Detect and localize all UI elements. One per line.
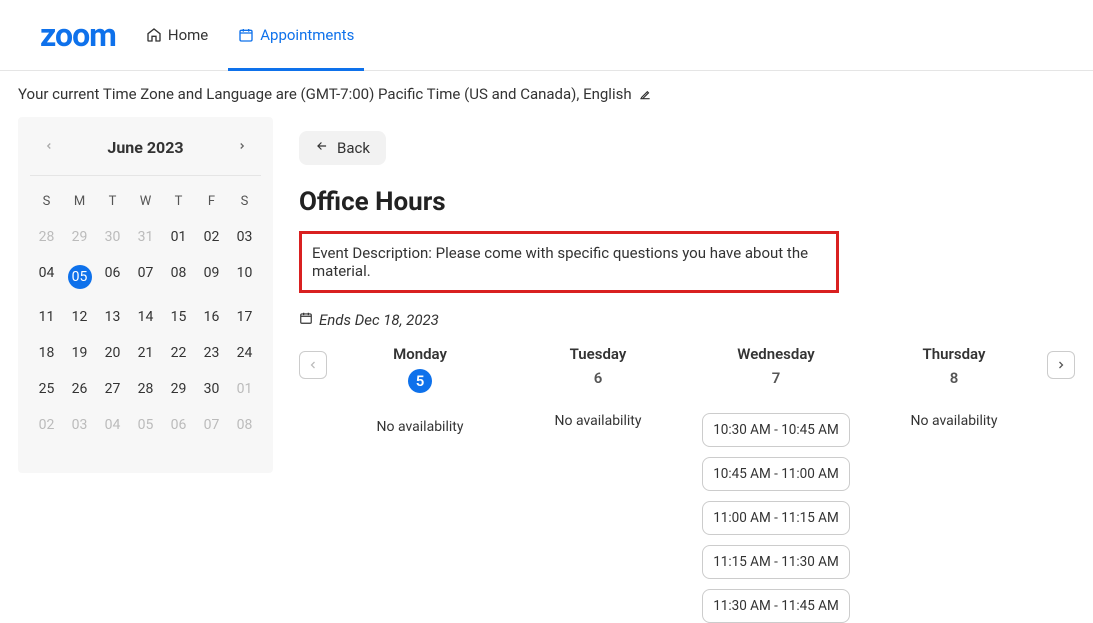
calendar-day[interactable]: 01 (162, 219, 195, 255)
calendar-day[interactable]: 16 (195, 299, 228, 335)
zoom-logo: zoom (40, 16, 116, 54)
calendar-day[interactable]: 20 (96, 335, 129, 371)
calendar-day[interactable]: 06 (162, 407, 195, 443)
calendar-day[interactable]: 07 (129, 255, 162, 299)
calendar-day[interactable]: 05 (63, 255, 96, 299)
calendar-prev-month[interactable] (40, 135, 58, 159)
slot-area: No availability (865, 413, 1043, 429)
calendar-day[interactable]: 19 (63, 335, 96, 371)
calendar-day[interactable]: 23 (195, 335, 228, 371)
timezone-bar: Your current Time Zone and Language are … (0, 71, 1093, 117)
time-slot-button[interactable]: 11:00 AM - 11:15 AM (702, 501, 850, 535)
calendar-dow: F (195, 186, 228, 219)
time-slot-button[interactable]: 11:15 AM - 11:30 AM (702, 545, 850, 579)
week-day-name: Thursday (923, 345, 986, 363)
calendar-day[interactable]: 25 (30, 371, 63, 407)
calendar-day[interactable]: 31 (129, 219, 162, 255)
calendar-day[interactable]: 12 (63, 299, 96, 335)
calendar-day[interactable]: 29 (63, 219, 96, 255)
week-day-column: Monday 5 No availability (331, 345, 509, 623)
calendar-dow: T (96, 186, 129, 219)
calendar-day[interactable]: 05 (129, 407, 162, 443)
week-day-column: Wednesday 7 10:30 AM - 10:45 AM 10:45 AM - … (687, 345, 865, 623)
nav-appointments[interactable]: Appointments (238, 12, 354, 58)
calendar-day[interactable]: 03 (63, 407, 96, 443)
nav-home-label: Home (168, 26, 208, 44)
calendar-day[interactable]: 17 (228, 299, 261, 335)
calendar-day[interactable]: 29 (162, 371, 195, 407)
home-icon (146, 27, 162, 43)
calendar-day[interactable]: 18 (30, 335, 63, 371)
calendar-day[interactable]: 08 (162, 255, 195, 299)
calendar-day[interactable]: 02 (30, 407, 63, 443)
page-title: Office Hours (299, 187, 1075, 217)
calendar-month-title: June 2023 (107, 138, 183, 157)
ends-text: Ends Dec 18, 2023 (319, 311, 439, 329)
back-button[interactable]: Back (299, 131, 386, 165)
calendar-widget: June 2023 SMTWTFS28293031010203040506070… (18, 117, 273, 473)
week-day-column: Tuesday 6 No availability (509, 345, 687, 623)
calendar-day[interactable]: 24 (228, 335, 261, 371)
week-day-name: Tuesday (570, 345, 627, 363)
calendar-dow: M (63, 186, 96, 219)
calendar-day[interactable]: 07 (195, 407, 228, 443)
week-prev-button[interactable] (299, 351, 327, 379)
week-day-name: Monday (393, 345, 447, 363)
no-availability: No availability (911, 413, 998, 429)
calendar-day[interactable]: 08 (228, 407, 261, 443)
calendar-end-icon (299, 311, 313, 329)
calendar-day[interactable]: 30 (195, 371, 228, 407)
calendar-day[interactable]: 13 (96, 299, 129, 335)
calendar-day[interactable]: 06 (96, 255, 129, 299)
slot-area: 10:30 AM - 10:45 AM 10:45 AM - 11:00 AM 11… (687, 413, 865, 623)
calendar-day[interactable]: 28 (30, 219, 63, 255)
back-label: Back (337, 139, 370, 157)
slot-area: No availability (331, 419, 509, 435)
edit-icon[interactable] (638, 87, 652, 101)
week-next-button[interactable] (1047, 351, 1075, 379)
calendar-day[interactable]: 30 (96, 219, 129, 255)
timezone-text: Your current Time Zone and Language are … (18, 85, 632, 103)
week-day-column: Thursday 8 No availability (865, 345, 1043, 623)
event-description: Event Description: Please come with spec… (299, 231, 839, 293)
calendar-day[interactable]: 01 (228, 371, 261, 407)
calendar-dow: W (129, 186, 162, 219)
calendar-day[interactable]: 09 (195, 255, 228, 299)
arrow-left-icon (315, 139, 329, 157)
time-slot-button[interactable]: 10:30 AM - 10:45 AM (702, 413, 850, 447)
calendar-day[interactable]: 15 (162, 299, 195, 335)
calendar-day[interactable]: 04 (96, 407, 129, 443)
week-day-number[interactable]: 7 (772, 369, 781, 387)
calendar-day[interactable]: 26 (63, 371, 96, 407)
calendar-day[interactable]: 22 (162, 335, 195, 371)
week-day-number[interactable]: 5 (408, 369, 432, 393)
calendar-icon (238, 27, 254, 43)
time-slot-button[interactable]: 10:45 AM - 11:00 AM (702, 457, 850, 491)
calendar-day[interactable]: 21 (129, 335, 162, 371)
nav-appointments-label: Appointments (260, 26, 354, 44)
calendar-day[interactable]: 04 (30, 255, 63, 299)
time-slot-button[interactable]: 11:30 AM - 11:45 AM (702, 589, 850, 623)
no-availability: No availability (377, 419, 464, 435)
nav-home[interactable]: Home (146, 12, 208, 58)
calendar-day[interactable]: 11 (30, 299, 63, 335)
week-day-number[interactable]: 8 (950, 369, 959, 387)
calendar-day[interactable]: 03 (228, 219, 261, 255)
calendar-day[interactable]: 02 (195, 219, 228, 255)
slot-area: No availability (509, 413, 687, 429)
calendar-day[interactable]: 14 (129, 299, 162, 335)
calendar-day[interactable]: 27 (96, 371, 129, 407)
calendar-dow: T (162, 186, 195, 219)
calendar-dow: S (228, 186, 261, 219)
week-day-number[interactable]: 6 (594, 369, 603, 387)
week-day-name: Wednesday (737, 345, 814, 363)
calendar-day[interactable]: 10 (228, 255, 261, 299)
calendar-day[interactable]: 28 (129, 371, 162, 407)
no-availability: No availability (555, 413, 642, 429)
calendar-next-month[interactable] (233, 135, 251, 159)
calendar-dow: S (30, 186, 63, 219)
